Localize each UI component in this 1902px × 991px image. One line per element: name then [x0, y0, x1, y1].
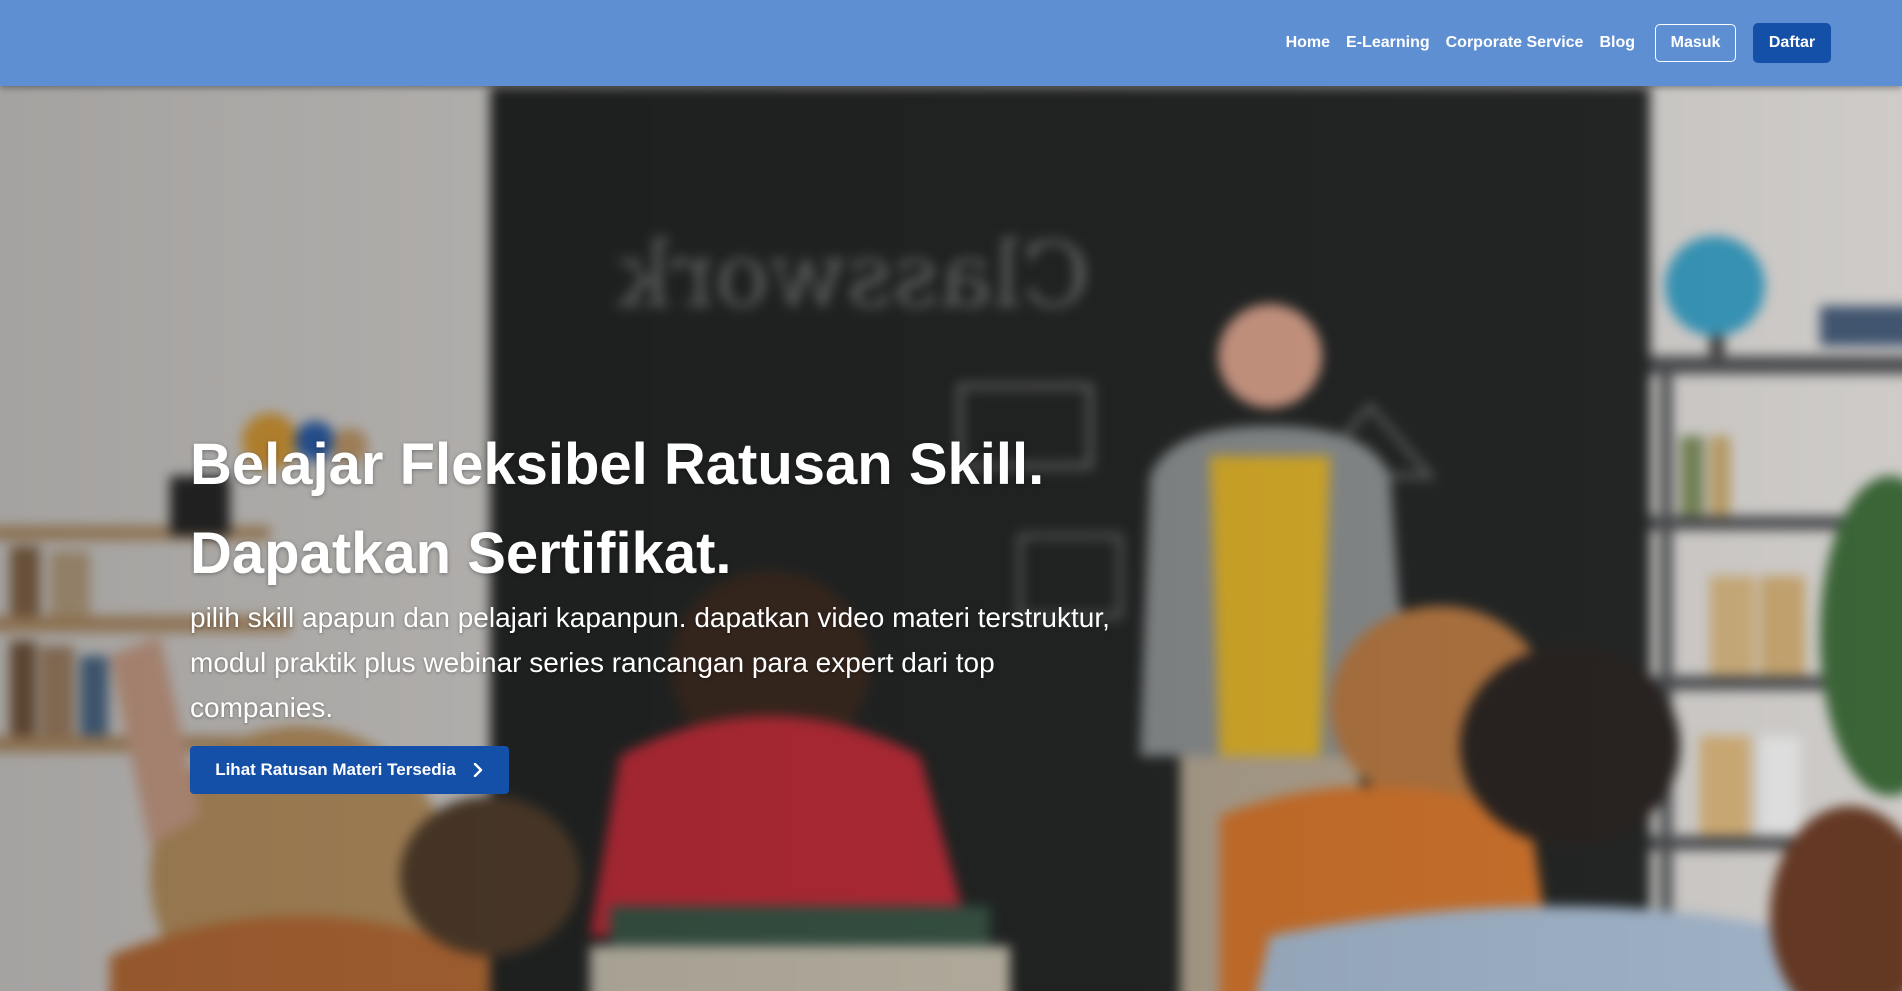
hero-title: Belajar Fleksibel Ratusan Skill. Dapatka… — [190, 420, 1140, 598]
hero-title-line-2: Dapatkan Sertifikat. — [190, 521, 732, 586]
nav-link-blog[interactable]: Blog — [1599, 34, 1635, 52]
browse-materials-label: Lihat Ratusan Materi Tersedia — [215, 760, 456, 779]
navbar: Home E-Learning Corporate Service Blog M… — [0, 0, 1902, 86]
browse-materials-button[interactable]: Lihat Ratusan Materi Tersedia — [190, 746, 509, 794]
hero-title-line-1: Belajar Fleksibel Ratusan Skill. — [190, 432, 1045, 497]
nav-link-e-learning[interactable]: E-Learning — [1346, 34, 1430, 52]
landing-page: Home E-Learning Corporate Service Blog M… — [0, 0, 1902, 991]
nav-link-home[interactable]: Home — [1286, 34, 1330, 52]
hero-content: Belajar Fleksibel Ratusan Skill. Dapatka… — [190, 420, 1140, 730]
nav-link-corporate-service[interactable]: Corporate Service — [1446, 34, 1584, 52]
register-button[interactable]: Daftar — [1753, 23, 1831, 63]
nav-links: Home E-Learning Corporate Service Blog M… — [1286, 23, 1831, 63]
login-button[interactable]: Masuk — [1655, 24, 1736, 62]
hero-description: pilih skill apapun dan pelajari kapanpun… — [190, 602, 1110, 723]
chevron-right-icon — [473, 763, 482, 777]
